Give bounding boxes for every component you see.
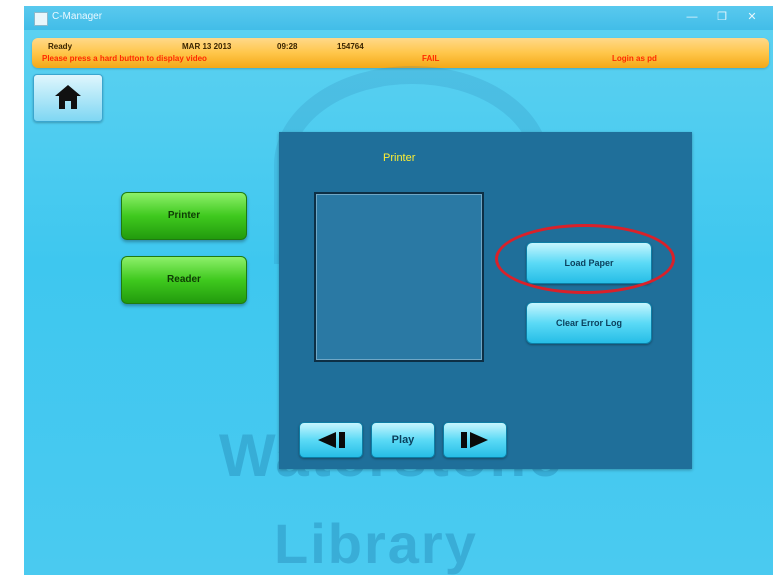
minimize-button[interactable]: —	[684, 10, 700, 24]
previous-button[interactable]	[299, 422, 363, 458]
app-icon	[34, 12, 48, 26]
status-date: MAR 13 2013	[182, 42, 232, 51]
status-alert: FAIL	[422, 54, 440, 63]
status-bar: Ready MAR 13 2013 09:28 154764 Please pr…	[32, 38, 769, 68]
clear-error-log-button[interactable]: Clear Error Log	[526, 302, 652, 344]
step-forward-icon	[461, 432, 488, 448]
home-button[interactable]	[33, 74, 103, 122]
panel-title: Printer	[383, 152, 416, 164]
home-icon	[55, 85, 81, 109]
video-preview	[314, 192, 484, 362]
play-button[interactable]: Play	[371, 422, 435, 458]
next-button[interactable]	[443, 422, 507, 458]
status-login: Login as pd	[612, 54, 657, 63]
close-button[interactable]: ✕	[744, 10, 760, 24]
watermark-line-2: Library	[274, 512, 478, 575]
window-title: C-Manager	[52, 11, 103, 22]
step-back-icon	[318, 432, 345, 448]
reader-button[interactable]: Reader	[121, 256, 247, 304]
play-label: Play	[391, 434, 415, 446]
highlight-annotation	[495, 224, 675, 294]
printer-button[interactable]: Printer	[121, 192, 247, 240]
status-state: Ready	[48, 42, 73, 51]
status-time: 09:28	[277, 42, 298, 51]
printer-panel: Printer Load Paper Clear Error Log Play	[279, 132, 692, 469]
maximize-button[interactable]: ❐	[714, 10, 730, 24]
app-window: C-Manager — ❐ ✕ Ready MAR 13 2013 09:28 …	[24, 6, 773, 575]
title-bar: C-Manager — ❐ ✕	[24, 6, 773, 30]
status-number: 154764	[337, 42, 364, 51]
status-hint: Please press a hard button to display vi…	[42, 54, 207, 63]
